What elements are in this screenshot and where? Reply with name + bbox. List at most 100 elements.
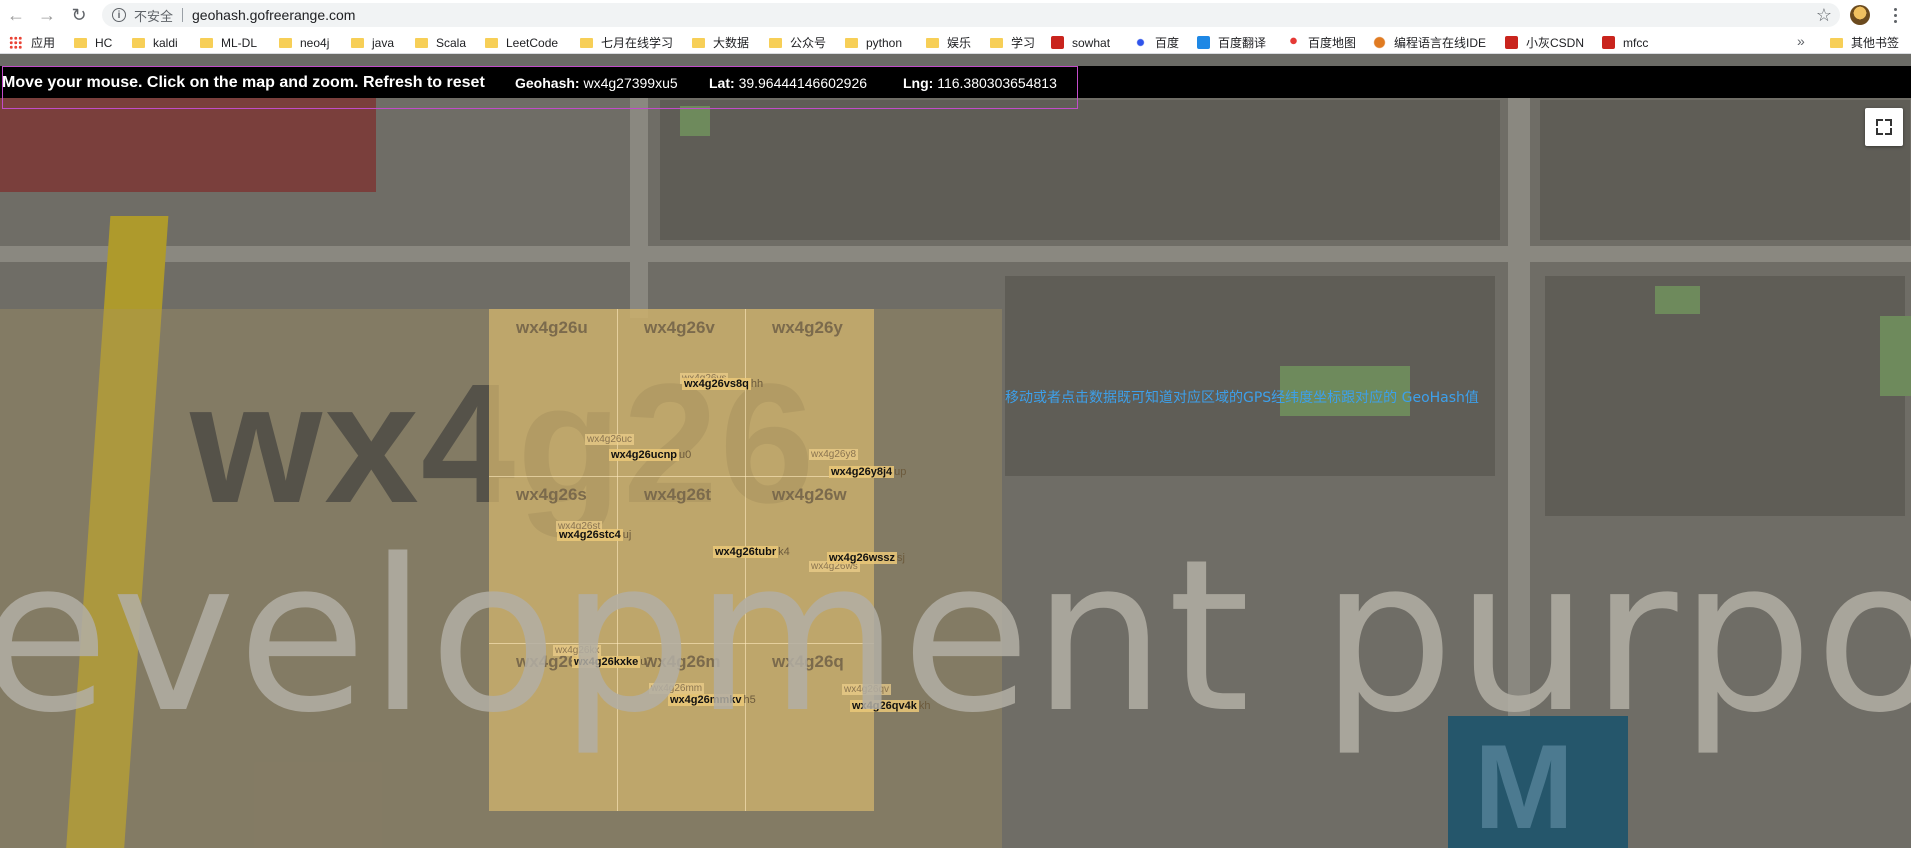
bookmark-other[interactable]: 其他书签 [1830,34,1899,51]
bookmark-gongzhonghao[interactable]: 公众号 [769,34,826,51]
address-bar[interactable]: i 不安全 geohash.gofreerange.com ☆ [102,3,1840,27]
geohash-tag[interactable]: wx4g26ucnp u0 [609,449,691,461]
bookmark-baidu-fanyi[interactable]: 百度翻译 [1197,34,1266,51]
geohash-tag-suffix: hh [750,378,764,390]
back-icon[interactable]: ← [2,1,30,29]
bookmark-leetcode[interactable]: LeetCode [485,34,558,51]
folder-icon [351,37,364,48]
baidu-icon [1134,36,1147,49]
bookmark-ml-dl[interactable]: ML-DL [200,34,257,51]
bookmark-apps[interactable]: 应用 [9,34,55,51]
map-park [1880,316,1911,396]
geohash-readout: Geohash: wx4g27399xu5 [515,75,678,91]
chevron-more-icon[interactable]: » [1797,33,1805,49]
bookmark-label: 百度 [1155,36,1180,50]
ide-icon [1373,36,1386,49]
lat-readout: Lat: 39.96444146602926 [709,75,867,91]
map-road [630,98,648,318]
bookmark-label: sowhat [1072,35,1111,50]
folder-icon [845,37,858,48]
geohash-value: wx4g27399xu5 [583,75,678,91]
bookmark-label: 公众号 [790,36,827,50]
subcell-tag: wx4g26uc [585,434,635,445]
dev-watermark: evelopment purpos [0,514,1911,759]
geohash-tag[interactable]: wx4g26y8j4 up [829,466,906,478]
bookmark-label: ML-DL [221,35,258,50]
map-page[interactable]: M wx4g26 wx4g26u wx4g26v wx4g26y wx4g26s… [0,66,1911,848]
bookmark-label: 应用 [31,36,56,50]
bookmark-label: 百度地图 [1308,36,1357,50]
star-icon[interactable]: ☆ [1816,5,1832,26]
geohash-tag[interactable]: wx4g26vs8q hh [682,378,763,390]
info-icon[interactable]: i [112,8,126,22]
grid-line [489,476,874,477]
bookmarks-bar: 应用 HC kaldi ML-DL neo4j java Scala LeetC… [0,30,1911,54]
bookmark-label: mfcc [1623,35,1649,50]
reload-icon[interactable]: ↻ [65,1,93,29]
bookmark-bigdata[interactable]: 大数据 [692,34,749,51]
bookmark-label: java [372,35,395,50]
folder-icon [279,37,292,48]
bookmark-scala[interactable]: Scala [415,34,466,51]
divider [182,8,184,22]
bookmark-label: LeetCode [506,35,559,50]
bookmark-label: neo4j [300,35,330,50]
cell-label: wx4g26s [516,485,587,504]
map-park [680,106,710,136]
fullscreen-icon [1876,119,1892,135]
bookmark-online-ide[interactable]: 编程语言在线IDE [1373,34,1486,51]
folder-icon [580,37,593,48]
bookmark-july[interactable]: 七月在线学习 [580,34,673,51]
map-block [1005,276,1495,476]
lat-value: 39.96444146602926 [738,75,868,91]
bookmark-kaldi[interactable]: kaldi [132,34,178,51]
folder-icon [769,37,782,48]
cell-label: wx4g26w [772,485,847,504]
folder-icon [74,37,87,48]
menu-icon[interactable] [1888,4,1902,26]
forward-icon[interactable]: → [33,1,61,29]
info-text: 移动或者点击数据既可知道对应区域的GPS经纬度坐标跟对应的 GeoHash值 [1005,390,1479,406]
folder-icon [692,37,705,48]
map-block [660,100,1500,240]
subcell-tag: wx4g26y8 [809,449,859,460]
profile-icon[interactable] [1850,5,1870,25]
csdn-icon [1602,36,1615,49]
cell-label: wx4g26y [772,318,843,337]
bookmark-sowhat[interactable]: sowhat [1051,34,1110,51]
bookmark-label: 小灰CSDN [1526,36,1585,50]
bookmark-xiaohui-csdn[interactable]: 小灰CSDN [1505,34,1584,51]
bookmark-baidu-map[interactable]: 百度地图 [1287,34,1356,51]
url-text[interactable]: geohash.gofreerange.com [192,7,355,23]
bookmark-neo4j[interactable]: neo4j [279,34,329,51]
bookmark-label: 娱乐 [947,36,972,50]
lat-label: Lat: [709,75,735,91]
fullscreen-button[interactable] [1865,108,1903,146]
bookmark-hc[interactable]: HC [74,34,112,51]
lng-value: 116.380303654813 [937,75,1057,91]
bookmark-java[interactable]: java [351,34,394,51]
bookmark-mfcc[interactable]: mfcc [1602,34,1648,51]
bookmark-label: 大数据 [713,36,750,50]
folder-icon [200,37,213,48]
cell-label: wx4g26u [516,318,588,337]
info-header: Move your mouse. Click on the map and zo… [0,66,1911,98]
bookmark-baidu[interactable]: 百度 [1134,34,1179,51]
bookmark-entertainment[interactable]: 娱乐 [926,34,971,51]
bookmark-label: 学习 [1011,36,1036,50]
cell-label: wx4g26v [644,318,715,337]
lng-readout: Lng: 116.380303654813 [903,75,1057,91]
csdn-icon [1505,36,1518,49]
fanyi-icon [1197,36,1210,49]
bookmark-label: 百度翻译 [1218,36,1267,50]
bookmark-study[interactable]: 学习 [990,34,1035,51]
folder-icon [485,37,498,48]
geohash-label: Geohash: [515,75,580,91]
cell-label: wx4g26t [644,485,712,504]
folder-icon [926,37,939,48]
folder-icon [132,37,145,48]
bookmark-label: kaldi [153,35,178,50]
bookmark-python[interactable]: python [845,34,902,51]
folder-icon [1830,37,1843,48]
geohash-tag-suffix: up [894,466,907,478]
